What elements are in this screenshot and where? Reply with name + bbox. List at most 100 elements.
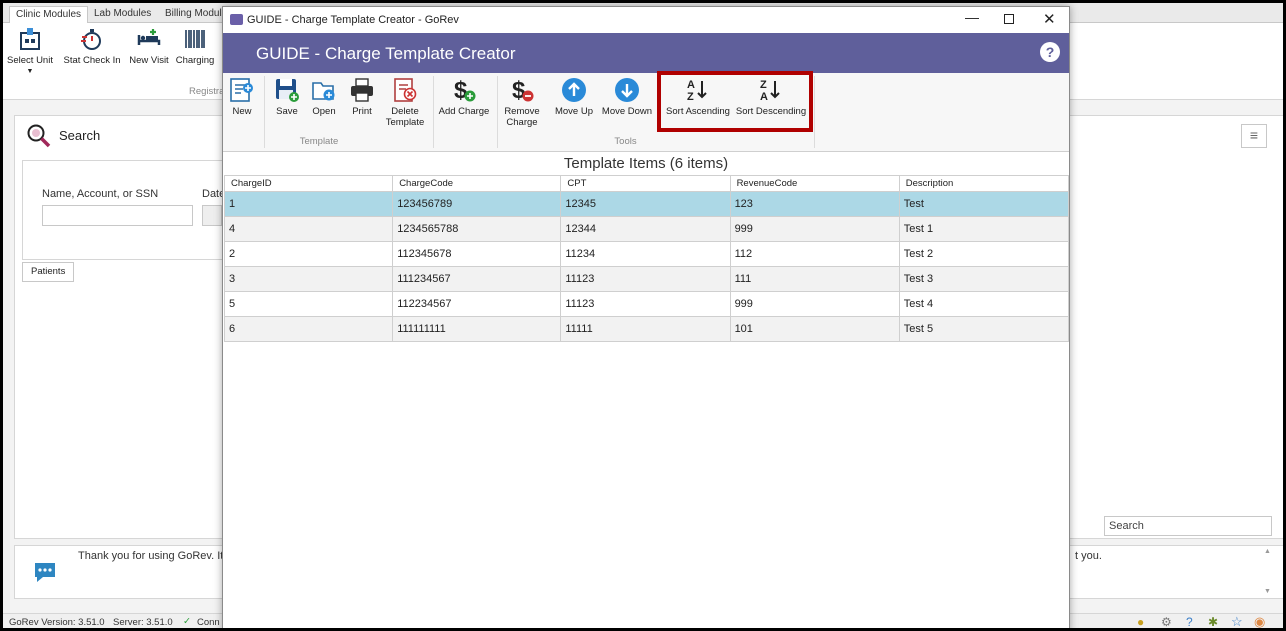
title-bar: GUIDE - Charge Template Creator - GoRev … <box>223 7 1069 33</box>
charging-button[interactable]: Charging <box>173 27 217 66</box>
table-cell[interactable]: Test 2 <box>898 241 1070 267</box>
stopwatch-icon <box>81 29 101 50</box>
date-input[interactable] <box>202 205 222 226</box>
app-logo-icon <box>230 14 243 25</box>
maximize-button[interactable] <box>1004 14 1014 24</box>
lightbulb-icon[interactable]: ● <box>1137 615 1144 628</box>
sort-descending-icon: ZA <box>760 79 780 103</box>
stat-check-in-label: Stat Check In <box>63 55 121 66</box>
table-cell[interactable]: 11123 <box>560 291 731 317</box>
table-cell[interactable]: 999 <box>729 216 900 242</box>
stat-check-in-button[interactable]: Stat Check In <box>61 27 123 66</box>
search-box[interactable]: Search <box>1104 516 1272 536</box>
table-cell[interactable]: Test <box>898 191 1070 217</box>
ribbon-group-label: Registra <box>189 86 225 97</box>
table-row[interactable]: 1 123456789 12345 123 Test <box>223 191 1070 217</box>
new-button[interactable]: New <box>226 77 258 117</box>
printer-icon <box>351 78 373 102</box>
table-cell[interactable]: 112 <box>729 241 900 267</box>
dialog-ribbon: New Save Open Print Delete Template Temp… <box>223 71 1069 152</box>
table-row[interactable]: 2 112345678 11234 112 Test 2 <box>223 241 1070 267</box>
search-field-input[interactable] <box>42 205 193 226</box>
patients-tab[interactable]: Patients <box>22 262 74 282</box>
bed-icon <box>137 29 161 45</box>
table-cell[interactable]: 11111 <box>560 316 731 342</box>
remove-charge-button[interactable]: $ Remove Charge <box>501 77 543 128</box>
table-cell[interactable]: Test 4 <box>898 291 1070 317</box>
column-header-description[interactable]: Description <box>898 175 1070 192</box>
table-cell[interactable]: 112345678 <box>392 241 562 267</box>
close-button[interactable]: ✕ <box>1043 10 1056 28</box>
charge-template-dialog: GUIDE - Charge Template Creator - GoRev … <box>222 6 1070 628</box>
table-cell[interactable]: 11234 <box>560 241 731 267</box>
version-text: GoRev Version: 3.51.0 <box>9 617 105 628</box>
delete-document-icon <box>394 78 417 102</box>
remove-charge-label: Remove Charge <box>504 106 540 128</box>
menu-icon[interactable]: ≡ <box>1241 124 1267 148</box>
minimize-button[interactable]: — <box>965 9 979 25</box>
table-cell[interactable]: 111111111 <box>392 316 562 342</box>
svg-text:Z: Z <box>760 79 767 91</box>
table-cell[interactable]: 5 <box>223 291 394 317</box>
table-cell[interactable]: 12344 <box>560 216 731 242</box>
sort-descending-button[interactable]: ZA Sort Descending <box>735 77 807 117</box>
chat-icon <box>35 563 55 582</box>
table-cell[interactable]: 11123 <box>560 266 731 292</box>
table-cell[interactable]: 111 <box>729 266 900 292</box>
save-label: Save <box>276 106 298 117</box>
table-cell[interactable]: 1234565788 <box>392 216 562 242</box>
bug-icon[interactable]: ✱ <box>1208 615 1218 628</box>
select-unit-label: Select Unit <box>7 55 53 66</box>
table-cell[interactable]: 1 <box>223 191 394 217</box>
table-row[interactable]: 5 112234567 11123 999 Test 4 <box>223 291 1070 317</box>
arrow-up-icon <box>562 78 586 102</box>
column-header-chargecode[interactable]: ChargeCode <box>392 175 562 192</box>
window-title: GUIDE - Charge Template Creator - GoRev <box>247 14 459 26</box>
table-cell[interactable]: Test 3 <box>898 266 1070 292</box>
column-header-cpt[interactable]: CPT <box>560 175 731 192</box>
help-icon[interactable]: ? <box>1186 615 1193 628</box>
tab-lab-modules[interactable]: Lab Modules <box>88 6 157 23</box>
add-charge-button[interactable]: $ Add Charge <box>438 77 490 117</box>
table-cell[interactable]: Test 1 <box>898 216 1070 242</box>
move-up-button[interactable]: Move Up <box>553 77 595 117</box>
select-unit-button[interactable]: Select Unit ▼ <box>7 27 53 75</box>
table-cell[interactable]: 112234567 <box>392 291 562 317</box>
table-cell[interactable]: 2 <box>223 241 394 267</box>
column-header-chargeid[interactable]: ChargeID <box>223 175 394 192</box>
scroll-up-icon[interactable]: ▲ <box>1264 548 1271 555</box>
save-button[interactable]: Save <box>271 77 303 117</box>
table-row[interactable]: 4 1234565788 12344 999 Test 1 <box>223 216 1070 242</box>
move-up-label: Move Up <box>554 106 593 117</box>
table-cell[interactable]: 123 <box>729 191 900 217</box>
check-icon: ✓ <box>183 616 191 627</box>
new-visit-button[interactable]: New Visit <box>127 27 171 66</box>
scroll-down-icon[interactable]: ▼ <box>1264 588 1271 595</box>
print-button[interactable]: Print <box>346 77 378 117</box>
table-row[interactable]: 3 111234567 11123 111 Test 3 <box>223 266 1070 292</box>
table-cell[interactable]: 4 <box>223 216 394 242</box>
tab-clinic-modules[interactable]: Clinic Modules <box>9 6 89 23</box>
search-field-label: Name, Account, or SSN <box>42 188 159 200</box>
table-cell[interactable]: 6 <box>223 316 394 342</box>
move-down-label: Move Down <box>601 106 653 117</box>
gear-icon[interactable]: ⚙ <box>1161 615 1172 628</box>
group-divider <box>814 76 815 148</box>
table-cell[interactable]: 999 <box>729 291 900 317</box>
star-icon[interactable]: ☆ <box>1231 614 1243 628</box>
delete-template-button[interactable]: Delete Template <box>384 77 426 128</box>
table-cell[interactable]: 123456789 <box>392 191 562 217</box>
dialog-header: GUIDE - Charge Template Creator ? <box>223 33 1069 73</box>
color-wheel-icon[interactable]: ◉ <box>1254 614 1265 628</box>
help-button[interactable]: ? <box>1040 42 1060 62</box>
open-button[interactable]: Open <box>308 77 340 117</box>
table-cell[interactable]: 3 <box>223 266 394 292</box>
move-down-button[interactable]: Move Down <box>600 77 654 117</box>
sort-ascending-button[interactable]: AZ Sort Ascending <box>664 77 732 117</box>
table-cell[interactable]: 12345 <box>560 191 731 217</box>
column-header-revenuecode[interactable]: RevenueCode <box>729 175 900 192</box>
table-cell[interactable]: Test 5 <box>898 316 1070 342</box>
table-row[interactable]: 6 111111111 11111 101 Test 5 <box>223 316 1070 342</box>
table-cell[interactable]: 111234567 <box>392 266 562 292</box>
table-cell[interactable]: 101 <box>729 316 900 342</box>
